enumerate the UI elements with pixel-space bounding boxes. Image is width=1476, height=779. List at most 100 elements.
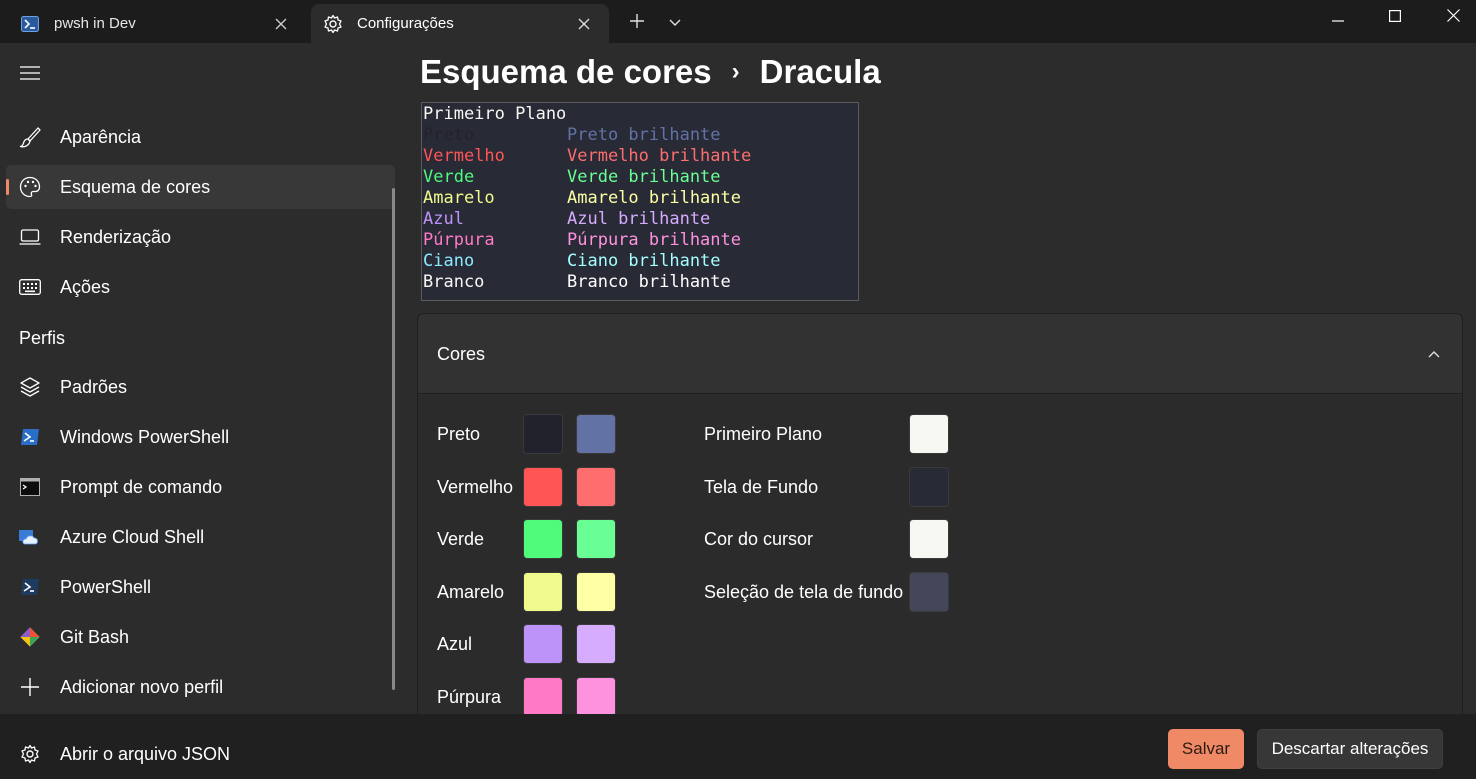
color-label: Vermelho xyxy=(437,476,514,497)
layers-icon xyxy=(19,376,41,398)
preview-bright: Preto brilhante xyxy=(567,125,721,145)
sidebar-item-acoes[interactable]: Ações xyxy=(6,265,395,309)
tab-dropdown-button[interactable] xyxy=(658,6,692,40)
preview-normal: Verde xyxy=(423,167,475,187)
sidebar-scrollbar[interactable] xyxy=(392,188,395,690)
discard-changes-button[interactable]: Descartar alterações xyxy=(1257,729,1443,769)
close-window-button[interactable] xyxy=(1424,0,1476,36)
save-button[interactable]: Salvar xyxy=(1168,729,1244,769)
sidebar-item-esquema-de-cores[interactable]: Esquema de cores xyxy=(6,165,395,209)
plus-icon xyxy=(19,676,41,698)
color-label: Preto xyxy=(437,423,481,444)
color-row-verde: Verde xyxy=(437,519,629,559)
close-icon[interactable] xyxy=(569,9,599,39)
powershell-icon xyxy=(19,576,41,598)
breadcrumb: Esquema de cores › Dracula xyxy=(420,53,881,91)
preview-header: Primeiro Plano xyxy=(423,104,567,124)
color-scheme-preview: Primeiro Plano Preto Preto brilhante Verm… xyxy=(421,102,859,301)
bright-color-swatch[interactable] xyxy=(576,519,616,559)
sidebar-item-label: Esquema de cores xyxy=(60,176,211,197)
new-tab-button[interactable] xyxy=(620,6,654,40)
minimize-button[interactable] xyxy=(1309,0,1367,36)
gear-icon xyxy=(323,14,343,34)
maximize-button[interactable] xyxy=(1366,0,1424,36)
close-icon xyxy=(1446,9,1460,27)
bright-color-swatch[interactable] xyxy=(576,572,616,612)
tab-pwsh[interactable]: pwsh in Dev xyxy=(8,4,306,43)
bright-color-swatch[interactable] xyxy=(576,677,616,717)
sidebar-item-label: Azure Cloud Shell xyxy=(60,526,205,547)
open-json-label: Abrir o arquivo JSON xyxy=(60,743,231,764)
preview-row: Vermelho Vermelho brilhante xyxy=(423,146,858,167)
bright-color-swatch[interactable] xyxy=(576,624,616,664)
sidebar-item-label: Adicionar novo perfil xyxy=(60,676,224,697)
color-row-tela-de-fundo: Tela de Fundo xyxy=(704,467,962,507)
footer: Abrir o arquivo JSON Salvar Descartar al… xyxy=(0,714,1476,779)
tab-label: pwsh in Dev xyxy=(54,15,136,32)
sidebar-item-label: Prompt de comando xyxy=(60,476,223,497)
tab-label: Configurações xyxy=(357,15,454,32)
preview-bright: Amarelo brilhante xyxy=(567,188,741,208)
sidebar-item-label: Aparência xyxy=(60,126,142,147)
tab-settings[interactable]: Configurações xyxy=(311,4,609,43)
foreground-color-swatch[interactable] xyxy=(909,414,949,454)
colors-section-title: Cores xyxy=(437,344,486,364)
preview-normal: Vermelho xyxy=(423,146,505,166)
keyboard-icon xyxy=(19,276,41,298)
preview-bright: Branco brilhante xyxy=(567,272,731,292)
palette-icon xyxy=(19,176,41,198)
preview-row: Verde Verde brilhante xyxy=(423,167,858,188)
preview-normal: Amarelo xyxy=(423,188,495,208)
colors-expander-header[interactable]: Cores xyxy=(418,314,1462,394)
color-swatch[interactable] xyxy=(523,677,563,717)
preview-normal: Ciano xyxy=(423,251,475,271)
preview-row: Branco Branco brilhante xyxy=(423,272,858,293)
close-icon[interactable] xyxy=(266,9,296,39)
color-swatch[interactable] xyxy=(523,572,563,612)
selection-indicator xyxy=(6,179,9,195)
color-label: Seleção de tela de fundo xyxy=(704,581,904,602)
color-row-selecao-de-tela-de-fundo: Seleção de tela de fundo xyxy=(704,572,962,612)
color-label: Púrpura xyxy=(437,686,502,707)
cmd-icon xyxy=(19,476,41,498)
color-row-preto: Preto xyxy=(437,414,629,454)
color-label: Primeiro Plano xyxy=(704,423,823,444)
color-swatch[interactable] xyxy=(523,414,563,454)
sidebar-item-azure-cloud-shell[interactable]: Azure Cloud Shell xyxy=(6,515,395,559)
minimize-icon xyxy=(1332,9,1344,27)
open-json-button[interactable]: Abrir o arquivo JSON xyxy=(6,732,395,776)
bright-color-swatch[interactable] xyxy=(576,414,616,454)
sidebar-item-renderizacao[interactable]: Renderização xyxy=(6,215,395,259)
color-swatch[interactable] xyxy=(523,467,563,507)
color-label: Tela de Fundo xyxy=(704,476,819,497)
preview-row: Preto Preto brilhante xyxy=(423,125,858,146)
preview-row: Púrpura Púrpura brilhante xyxy=(423,230,858,251)
page-title: Dracula xyxy=(759,53,881,90)
preview-bright: Ciano brilhante xyxy=(567,251,721,271)
breadcrumb-parent[interactable]: Esquema de cores xyxy=(420,53,712,91)
sidebar-item-label: Renderização xyxy=(60,226,172,247)
color-swatch[interactable] xyxy=(523,519,563,559)
sidebar-item-padroes[interactable]: Padrões xyxy=(6,365,395,409)
sidebar-item-git-bash[interactable]: Git Bash xyxy=(6,615,395,659)
profiles-section-header: Perfis xyxy=(19,328,66,348)
sidebar-item-windows-powershell[interactable]: Windows PowerShell xyxy=(6,415,395,459)
add-profile-button[interactable]: Adicionar novo perfil xyxy=(6,665,395,709)
preview-normal: Preto xyxy=(423,125,475,145)
sidebar-item-label: Git Bash xyxy=(60,626,130,647)
color-row-purpura: Púrpura xyxy=(437,677,629,717)
cursor-color-swatch[interactable] xyxy=(909,519,949,559)
sidebar-item-prompt-de-comando[interactable]: Prompt de comando xyxy=(6,465,395,509)
title-bar: pwsh in Dev Configurações xyxy=(0,0,1476,43)
plus-icon xyxy=(630,13,644,33)
menu-button[interactable] xyxy=(14,59,46,91)
preview-normal: Branco xyxy=(423,272,485,292)
color-row-cor-do-cursor: Cor do cursor xyxy=(704,519,962,559)
sidebar-item-aparencia[interactable]: Aparência xyxy=(6,115,395,159)
sidebar-item-powershell[interactable]: PowerShell xyxy=(6,565,395,609)
background-color-swatch[interactable] xyxy=(909,467,949,507)
preview-bright: Vermelho brilhante xyxy=(567,146,752,166)
color-swatch[interactable] xyxy=(523,624,563,664)
selection-background-swatch[interactable] xyxy=(909,572,949,612)
bright-color-swatch[interactable] xyxy=(576,467,616,507)
